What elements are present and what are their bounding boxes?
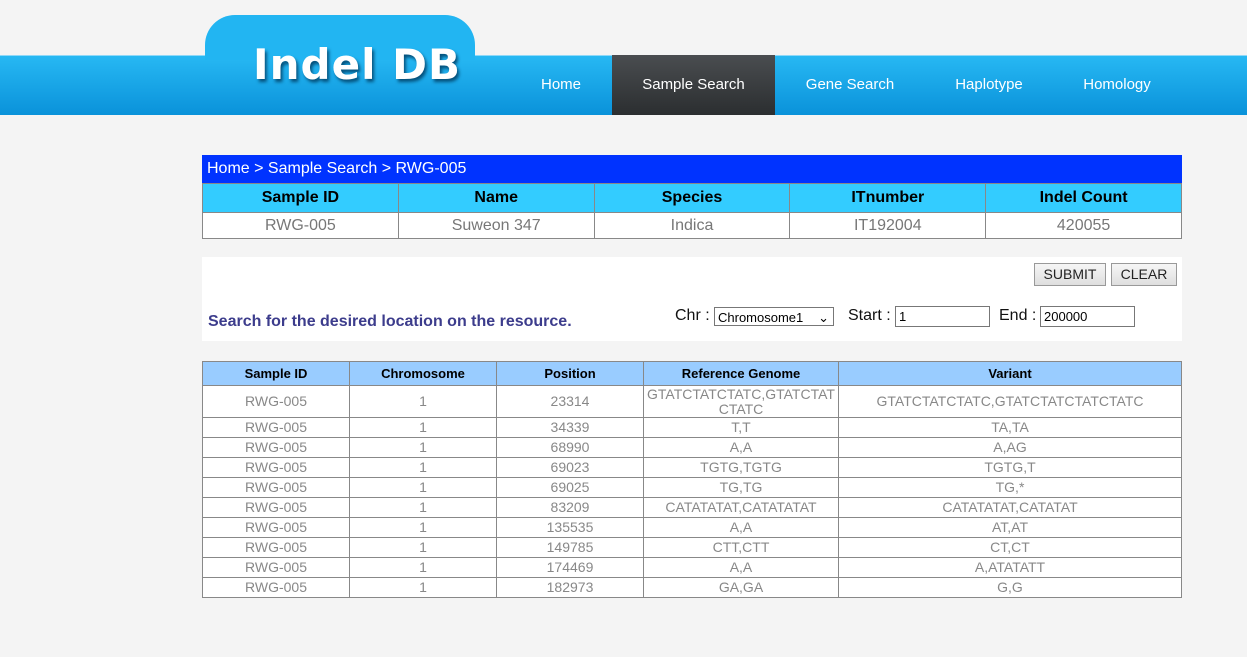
col-header: ITnumber [789,183,987,213]
chevron-down-icon: ⌄ [818,310,829,325]
variant: A,ATATATT [838,557,1182,578]
variant: TGTG,T [838,457,1182,478]
end-input[interactable]: 200000 [1040,306,1135,327]
chromosome: 1 [349,517,497,538]
results-table: Sample ID Chromosome Position Reference … [202,361,1182,598]
nav-haplotype[interactable]: Haplotype [930,55,1048,115]
chromosome: 1 [349,477,497,498]
start-label: Start : [848,307,891,324]
variant: G,G [838,577,1182,598]
table-row: RWG-005 1 34339 T,T TA,TA [202,417,1182,438]
table-row: RWG-005 1 83209 CATATATAT,CATATATAT CATATATA… [202,497,1182,518]
position: 149785 [496,537,644,558]
reference-genome: T,T [643,417,839,438]
chromosome: 1 [349,557,497,578]
variant: A,AG [838,437,1182,458]
reference-genome: TG,TG [643,477,839,498]
position: 34339 [496,417,644,438]
position: 174469 [496,557,644,578]
sample-id: RWG-005 [202,577,350,598]
col-header: Sample ID [202,361,350,386]
table-row: RWG-005 1 149785 CTT,CTT CT,CT [202,537,1182,558]
reference-genome: A,A [643,557,839,578]
chromosome: 1 [349,577,497,598]
reference-genome: CTT,CTT [643,537,839,558]
chromosome-select-value: Chromosome1 [718,310,804,325]
nav-homology[interactable]: Homology [1060,55,1174,115]
sample-id: RWG-005 [202,497,350,518]
chromosome: 1 [349,537,497,558]
nav-sample-search[interactable]: Sample Search [612,55,775,115]
variant: CT,CT [838,537,1182,558]
col-header: Sample ID [202,183,399,213]
sample-id: RWG-005 [202,517,350,538]
table-row: RWG-005 1 135535 A,A AT,AT [202,517,1182,538]
submit-button[interactable]: SUBMIT [1034,263,1106,286]
search-panel: SUBMIT CLEAR Search for the desired loca… [202,257,1182,341]
sample-id: RWG-005 [202,212,399,239]
table-row: RWG-005 1 174469 A,A A,ATATATT [202,557,1182,578]
chromosome: 1 [349,385,497,418]
chromosome: 1 [349,457,497,478]
breadcrumb: Home > Sample Search > RWG-005 [202,155,1182,183]
reference-genome: GA,GA [643,577,839,598]
position: 182973 [496,577,644,598]
nav-home[interactable]: Home [510,55,612,115]
search-hint: Search for the desired location on the r… [208,313,572,330]
chr-label: Chr : [675,307,710,324]
sample-info-table: Sample ID Name Species ITnumber Indel Co… [202,183,1182,239]
col-header: Indel Count [985,183,1182,213]
table-row: RWG-005 1 69025 TG,TG TG,* [202,477,1182,498]
sample-id: RWG-005 [202,385,350,418]
clear-button[interactable]: CLEAR [1111,263,1177,286]
variant: TA,TA [838,417,1182,438]
table-row: RWG-005 1 69023 TGTG,TGTG TGTG,T [202,457,1182,478]
variant: CATATATAT,CATATAT [838,497,1182,518]
variant: TG,* [838,477,1182,498]
sample-id: RWG-005 [202,557,350,578]
species: Indica [593,212,791,239]
variant: AT,AT [838,517,1182,538]
position: 23314 [496,385,644,418]
sample-id: RWG-005 [202,417,350,438]
reference-genome: CATATATAT,CATATATAT [643,497,839,518]
indel-count: 420055 [985,212,1182,239]
sample-id: RWG-005 [202,477,350,498]
position: 135535 [496,517,644,538]
col-header: Reference Genome [643,361,839,386]
table-row: RWG-005 1 182973 GA,GA G,G [202,577,1182,598]
col-header: Name [397,183,595,213]
start-input[interactable]: 1 [895,306,990,327]
reference-genome: GTATCTATCTATC,GTATCTATCTATC [643,385,839,418]
position: 69025 [496,477,644,498]
reference-genome: A,A [643,437,839,458]
logo[interactable]: Indel DB [253,40,461,89]
col-header: Position [496,361,644,386]
position: 69023 [496,457,644,478]
chromosome: 1 [349,497,497,518]
table-row: RWG-005 1 68990 A,A A,AG [202,437,1182,458]
sample-id: RWG-005 [202,457,350,478]
sample-id: RWG-005 [202,437,350,458]
position: 83209 [496,497,644,518]
col-header: Variant [838,361,1182,386]
table-row: RWG-005 1 23314 GTATCTATCTATC,GTATCTATCTATC… [202,385,1182,418]
nav-gene-search[interactable]: Gene Search [790,55,910,115]
reference-genome: A,A [643,517,839,538]
itnumber: IT192004 [789,212,987,239]
chromosome: 1 [349,437,497,458]
end-label: End : [999,307,1037,324]
variant: GTATCTATCTATC,GTATCTATCTATCTATC [838,385,1182,418]
sample-id: RWG-005 [202,537,350,558]
col-header: Species [593,183,791,213]
chromosome: 1 [349,417,497,438]
sample-name: Suweon 347 [397,212,595,239]
position: 68990 [496,437,644,458]
chromosome-select[interactable]: Chromosome1 ⌄ [714,307,834,326]
reference-genome: TGTG,TGTG [643,457,839,478]
col-header: Chromosome [349,361,497,386]
